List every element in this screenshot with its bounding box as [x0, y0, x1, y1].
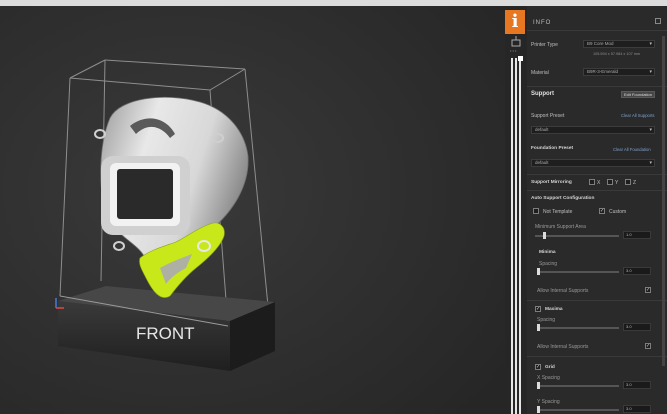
minima-heading: Minima	[539, 250, 556, 255]
printer-dims: 105.594 x 57.984 x 107 mm	[593, 52, 641, 56]
custom-label: Custom	[609, 209, 627, 215]
chevron-down-icon: ▾	[649, 160, 652, 166]
3d-viewport[interactable]: FRONT	[0, 6, 505, 414]
printer-type-select[interactable]: B9 Core Mod ▾	[583, 40, 655, 48]
maxima-spacing-input[interactable]: 3.0	[623, 323, 651, 331]
grid-y-thumb[interactable]	[537, 406, 540, 413]
chevron-down-icon: ▾	[649, 69, 652, 75]
divider	[527, 86, 667, 87]
layer-slider-track-left[interactable]	[511, 58, 513, 414]
maxima-spacing-label: Spacing	[537, 317, 556, 323]
min-support-area-label: Minimum Support Area	[535, 224, 586, 230]
divider	[527, 300, 667, 301]
info-icon[interactable]: i	[505, 10, 525, 34]
maxima-spacing-track[interactable]	[537, 327, 619, 329]
scene-canvas: FRONT	[0, 6, 505, 414]
divider	[527, 190, 667, 191]
layer-slider-handle[interactable]	[518, 56, 523, 61]
foundation-preset-value: default	[535, 160, 549, 165]
panel-scrollbar[interactable]	[662, 36, 665, 366]
material-value: B9R-3-Emerald	[587, 69, 619, 74]
slider-dots: • • •	[510, 48, 517, 53]
grid-checkbox[interactable]: ✓	[535, 364, 541, 370]
info-glyph: i	[511, 11, 519, 32]
clear-supports-link[interactable]: Clear All Supports	[621, 113, 655, 118]
min-area-input[interactable]: 1.0	[623, 231, 651, 239]
support-heading: Support	[531, 91, 554, 97]
grid-y-spacing-label: Y Spacing	[537, 399, 560, 405]
edit-foundation-button[interactable]: Edit Foundation	[621, 91, 655, 98]
minima-spacing-thumb[interactable]	[537, 268, 540, 275]
grid-x-thumb[interactable]	[537, 382, 540, 389]
grid-x-input[interactable]: 3.0	[623, 381, 651, 389]
minima-spacing-input[interactable]: 3.0	[623, 267, 651, 275]
maxima-internal-label: Allow Internal Supports	[537, 344, 589, 350]
grid-heading: Grid	[545, 365, 555, 370]
foundation-preset-select[interactable]: default ▾	[531, 159, 655, 167]
maxima-internal-checkbox[interactable]: ✓	[645, 343, 651, 349]
mirror-z-checkbox[interactable]	[625, 179, 631, 185]
not-template-checkbox[interactable]	[533, 208, 539, 214]
support-preset-value: default	[535, 127, 549, 132]
grid-x-spacing-label: X Spacing	[537, 375, 560, 381]
min-area-slider-track[interactable]	[535, 235, 619, 237]
maxima-spacing-thumb[interactable]	[537, 324, 540, 331]
mirror-y-label: Y	[615, 180, 619, 186]
info-panel: INFO Printer Type B9 Core Mod ▾ 105.594 x…	[527, 6, 667, 414]
chevron-down-icon: ▾	[649, 127, 652, 133]
layer-slider-column: • • •	[505, 6, 527, 414]
minima-spacing-track[interactable]	[537, 271, 619, 273]
min-area-slider-thumb[interactable]	[543, 232, 546, 239]
mirror-x-label: X	[597, 180, 601, 186]
panel-collapse-icon[interactable]	[655, 18, 661, 24]
divider	[527, 356, 667, 357]
auto-support-heading: Auto Support Configuration	[531, 196, 595, 201]
grid-y-input[interactable]: 3.0	[623, 405, 651, 413]
minima-internal-label: Allow Internal Supports	[537, 288, 589, 294]
custom-checkbox[interactable]: ✓	[599, 208, 605, 214]
layer-slider-track-mid[interactable]	[515, 58, 517, 414]
material-select[interactable]: B9R-3-Emerald ▾	[583, 68, 655, 76]
grid-x-track[interactable]	[537, 385, 619, 387]
clear-foundation-link[interactable]: Clear All Foundation	[613, 147, 651, 152]
support-preset-select[interactable]: default ▾	[531, 126, 655, 134]
minima-spacing-label: Spacing	[539, 261, 558, 267]
support-mirroring-label: Support Mirroring	[531, 180, 572, 185]
printer-type-label: Printer Type	[531, 42, 558, 48]
layers-icon[interactable]	[511, 36, 521, 47]
support-preset-label: Support Preset	[531, 113, 565, 119]
app-window: FRONT • • • i INFO Printer Type B9 Core …	[0, 0, 667, 414]
foundation-preset-label: Foundation Preset	[531, 146, 574, 151]
maxima-checkbox[interactable]: ✓	[535, 306, 541, 312]
grid-y-track[interactable]	[537, 409, 619, 411]
maxima-heading: Maxima	[545, 307, 563, 312]
printer-type-value: B9 Core Mod	[587, 41, 614, 46]
divider	[527, 174, 667, 175]
chevron-down-icon: ▾	[649, 41, 652, 47]
panel-title: INFO	[533, 20, 552, 26]
mirror-z-label: Z	[633, 180, 637, 186]
material-label: Material	[531, 70, 549, 76]
mirror-y-checkbox[interactable]	[607, 179, 613, 185]
not-template-label: Not Template	[543, 209, 573, 215]
front-label: FRONT	[136, 324, 195, 343]
minima-internal-checkbox[interactable]: ✓	[645, 287, 651, 293]
divider	[527, 30, 667, 31]
layer-slider-track-right[interactable]	[519, 58, 521, 414]
mirror-x-checkbox[interactable]	[589, 179, 595, 185]
